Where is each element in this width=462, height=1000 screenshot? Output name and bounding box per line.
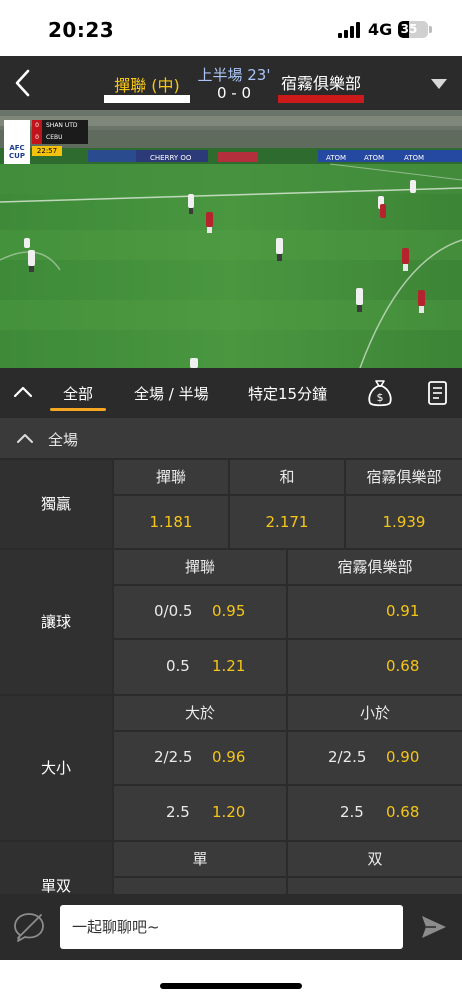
chat-disabled-icon[interactable] xyxy=(12,911,46,943)
handicap-home-line: 0/0.5 xyxy=(154,602,193,620)
broadcast-scoreboard: AFC CUP 0 SHAN UTD 0 CEBU 22:57 xyxy=(4,120,88,166)
odd-even-header-odd: 單 xyxy=(114,842,286,876)
betslip-notes-icon[interactable] xyxy=(426,380,450,406)
ou-header-over: 大於 xyxy=(114,696,286,730)
collapse-chevron-icon[interactable] xyxy=(12,384,34,400)
odd-even-even-cell[interactable] xyxy=(288,878,462,894)
tab-all[interactable]: 全部 xyxy=(50,383,106,404)
win-odd-away[interactable]: 1.939 xyxy=(346,496,462,548)
odd-even-odd-cell[interactable] xyxy=(114,878,286,894)
scoreboard-team1-score: 0 xyxy=(32,120,42,132)
market-label-handicap: 讓球 xyxy=(0,550,112,694)
ad-board-1: CHERRY OO xyxy=(150,154,192,162)
ou-under-odd: 0.90 xyxy=(386,748,420,766)
market-tabs: 全部 全場 / 半場 特定15分鐘 $ xyxy=(0,368,462,418)
chat-input[interactable] xyxy=(60,905,403,949)
odds-panel: 全場 獨贏 撣聯 和 宿霧俱樂部 1.181 2.171 1.939 讓球 撣聯… xyxy=(0,418,462,894)
ou-under-row-2[interactable]: 2.5 0.68 xyxy=(288,786,462,840)
home-team-name: 撣聯 (中) xyxy=(114,76,180,95)
ou-over-line: 2.5 xyxy=(166,803,190,821)
back-arrow-icon[interactable] xyxy=(10,66,38,100)
ou-over-odd: 0.96 xyxy=(212,748,246,766)
scoreboard-team2: 0 CEBU xyxy=(32,132,88,144)
away-team-name: 宿霧俱樂部 xyxy=(280,74,361,93)
market-label-over-under: 大小 xyxy=(0,696,112,840)
match-score: 0 - 0 xyxy=(216,84,252,102)
tab-15-minutes[interactable]: 特定15分鐘 xyxy=(248,383,327,404)
ou-over-odd: 1.20 xyxy=(212,803,246,821)
away-team-color-bar xyxy=(278,95,364,103)
ou-under-odd: 0.68 xyxy=(386,803,420,821)
ou-under-line: 2/2.5 xyxy=(328,748,367,766)
ou-over-line: 2/2.5 xyxy=(154,748,193,766)
status-bar: 20:23 4G 35 xyxy=(0,0,462,56)
market-label-odd-even: 單双 xyxy=(0,842,112,894)
handicap-home-line: 0.5 xyxy=(166,657,190,675)
handicap-away-row-2[interactable]: 0.68 xyxy=(288,640,462,694)
handicap-home-odd: 1.21 xyxy=(212,657,246,675)
scoreboard-team1: 0 SHAN UTD xyxy=(32,120,88,132)
scoreboard-team2-name: CEBU xyxy=(46,134,63,141)
battery-icon: 35 xyxy=(398,21,428,38)
ad-board-3: ATOM xyxy=(364,154,384,162)
scoreboard-team2-score: 0 xyxy=(32,132,42,144)
send-icon[interactable] xyxy=(420,914,448,940)
live-video[interactable]: CHERRY OO ATOM ATOM ATOM AFC CUP 0 SHAN U… xyxy=(0,110,462,368)
handicap-home-row-2[interactable]: 0.5 1.21 xyxy=(114,640,286,694)
scoreboard-team1-name: SHAN UTD xyxy=(46,122,78,129)
home-team-color-bar xyxy=(104,95,190,103)
battery-level: 35 xyxy=(400,22,418,36)
ou-over-row-1[interactable]: 2/2.5 0.96 xyxy=(114,732,286,784)
active-tab-indicator xyxy=(50,408,106,411)
handicap-home-odd: 0.95 xyxy=(212,602,246,620)
home-indicator-area xyxy=(0,960,462,1000)
signal-icon xyxy=(338,22,362,38)
network-label: 4G xyxy=(368,20,393,39)
ad-board-4: ATOM xyxy=(404,154,424,162)
ad-board-2: ATOM xyxy=(326,154,346,162)
scoreboard-clock: 22:57 xyxy=(32,146,62,156)
svg-text:$: $ xyxy=(377,391,384,404)
win-header-draw: 和 xyxy=(230,460,344,494)
battery-cap xyxy=(429,26,432,33)
odd-even-header-even: 双 xyxy=(288,842,462,876)
handicap-away-odd: 0.68 xyxy=(386,657,420,675)
handicap-header-away: 宿霧俱樂部 xyxy=(288,550,462,584)
match-period: 上半場 23' xyxy=(197,66,271,84)
handicap-away-row-1[interactable]: 0.91 xyxy=(288,586,462,638)
tab-full-half[interactable]: 全場 / 半場 xyxy=(134,383,209,404)
win-header-home: 撣聯 xyxy=(114,460,228,494)
win-odd-draw[interactable]: 2.171 xyxy=(230,496,344,548)
win-header-away: 宿霧俱樂部 xyxy=(346,460,462,494)
section-collapse-icon[interactable] xyxy=(16,432,34,444)
chat-bar xyxy=(0,894,462,960)
handicap-header-home: 撣聯 xyxy=(114,550,286,584)
section-title: 全場 xyxy=(48,431,79,449)
win-odd-home[interactable]: 1.181 xyxy=(114,496,228,548)
ou-over-row-2[interactable]: 2.5 1.20 xyxy=(114,786,286,840)
ou-header-under: 小於 xyxy=(288,696,462,730)
dropdown-triangle-icon[interactable] xyxy=(430,78,448,90)
ou-under-row-1[interactable]: 2/2.5 0.90 xyxy=(288,732,462,784)
ou-under-line: 2.5 xyxy=(340,803,364,821)
money-bag-icon[interactable]: $ xyxy=(366,378,394,408)
status-time: 20:23 xyxy=(48,18,115,42)
handicap-away-odd: 0.91 xyxy=(386,602,420,620)
match-header: 撣聯 (中) 上半場 23' 0 - 0 宿霧俱樂部 xyxy=(0,56,462,110)
market-label-win: 獨贏 xyxy=(0,460,112,548)
afc-cup-logo: AFC CUP xyxy=(4,120,30,164)
handicap-home-row-1[interactable]: 0/0.5 0.95 xyxy=(114,586,286,638)
section-header-full-match[interactable]: 全場 xyxy=(0,418,462,458)
home-indicator[interactable] xyxy=(160,983,302,989)
